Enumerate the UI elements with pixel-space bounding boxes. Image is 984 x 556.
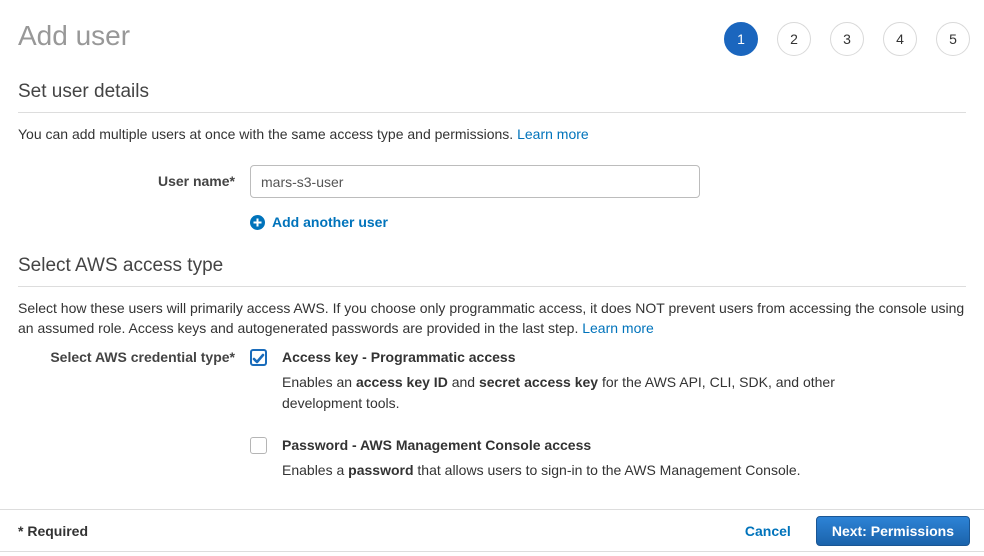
set-user-details-intro: You can add multiple users at once with …	[18, 124, 966, 144]
desc-segment-bold: password	[348, 462, 413, 478]
page-header: Add user 1 2 3 4 5	[0, 0, 984, 56]
credential-options: Access key - Programmatic access Enables…	[250, 349, 847, 481]
desc-segment-bold: access key ID	[356, 374, 448, 390]
access-key-description: Enables an access key ID and secret acce…	[282, 372, 847, 414]
desc-segment: Enables a	[282, 462, 348, 478]
footer-bar: * Required Cancel Next: Permissions	[0, 509, 984, 552]
required-note: * Required	[18, 523, 88, 539]
desc-segment: Enables an	[282, 374, 356, 390]
desc-segment-bold: secret access key	[479, 374, 598, 390]
password-checkbox-unchecked[interactable]	[250, 437, 267, 454]
access-intro-text: Select how these users will primarily ac…	[18, 300, 964, 336]
add-another-user-label: Add another user	[272, 214, 388, 230]
username-input[interactable]	[250, 165, 700, 198]
spacer-label	[18, 212, 250, 220]
step-indicator: 1 2 3 4 5	[724, 16, 970, 56]
desc-segment: and	[448, 374, 479, 390]
username-row: User name*	[18, 165, 966, 198]
step-3: 3	[830, 22, 864, 56]
set-user-details-section: Set user details You can add multiple us…	[18, 56, 966, 230]
select-access-type-section: Select AWS access type Select how these …	[18, 230, 966, 481]
learn-more-link-users[interactable]: Learn more	[517, 126, 589, 142]
password-title: Password - AWS Management Console access	[282, 437, 801, 453]
password-texts: Password - AWS Management Console access…	[282, 437, 801, 481]
select-access-type-intro: Select how these users will primarily ac…	[18, 298, 966, 338]
access-key-checkbox-checked[interactable]	[250, 349, 267, 366]
plus-circle-icon	[250, 215, 265, 230]
learn-more-link-access[interactable]: Learn more	[582, 320, 654, 336]
access-key-texts: Access key - Programmatic access Enables…	[282, 349, 847, 414]
step-4: 4	[883, 22, 917, 56]
select-access-type-heading: Select AWS access type	[18, 255, 966, 287]
add-user-page: Add user 1 2 3 4 5 Set user details You …	[0, 0, 984, 556]
username-label: User name*	[18, 165, 250, 189]
credential-type-label: Select AWS credential type*	[18, 349, 250, 365]
next-permissions-button[interactable]: Next: Permissions	[816, 516, 970, 546]
cancel-button[interactable]: Cancel	[745, 523, 791, 539]
desc-segment: that allows users to sign-in to the AWS …	[414, 462, 801, 478]
credential-type-row: Select AWS credential type* Access key -…	[18, 349, 966, 481]
access-key-option: Access key - Programmatic access Enables…	[250, 349, 847, 414]
step-1-active: 1	[724, 22, 758, 56]
page-title: Add user	[18, 16, 130, 52]
access-key-title: Access key - Programmatic access	[282, 349, 847, 365]
intro-text: You can add multiple users at once with …	[18, 126, 517, 142]
add-another-user-row: Add another user	[18, 212, 966, 230]
step-5: 5	[936, 22, 970, 56]
set-user-details-heading: Set user details	[18, 81, 966, 113]
password-option: Password - AWS Management Console access…	[250, 437, 847, 481]
add-another-user-button[interactable]: Add another user	[250, 212, 388, 230]
step-2: 2	[777, 22, 811, 56]
password-description: Enables a password that allows users to …	[282, 460, 801, 481]
